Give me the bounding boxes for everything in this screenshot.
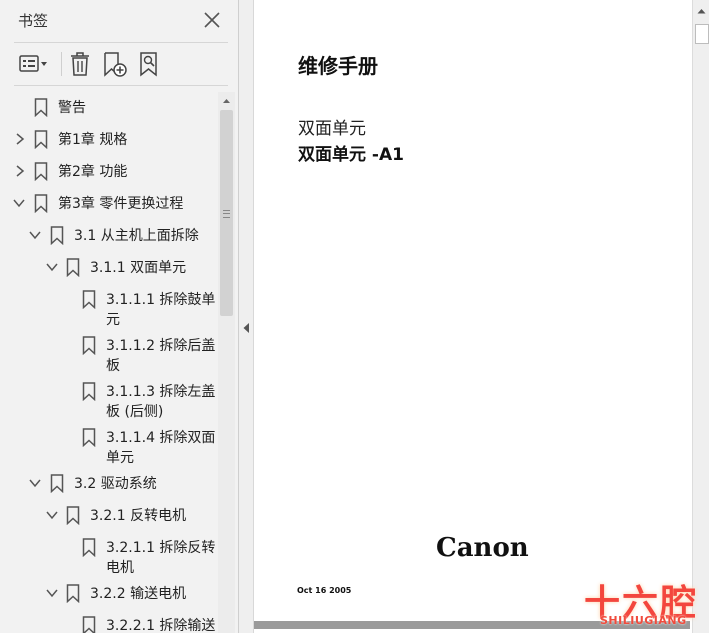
- bookmark-label: 3.2.2 输送电机: [90, 586, 187, 602]
- chevron-right-icon: [16, 133, 25, 145]
- bookmark-item-chapter-3[interactable]: 第3章 零件更换过程: [0, 194, 218, 216]
- chevron-down-icon: [29, 231, 41, 240]
- list-options-icon: [19, 55, 47, 72]
- chevron-down-icon: [29, 479, 41, 488]
- bookmark-label: 3.2.1 反转电机: [90, 508, 187, 524]
- bookmark-icon: [50, 474, 64, 493]
- bookmark-label: 警告: [58, 100, 86, 116]
- bookmark-item-chapter-2[interactable]: 第2章 功能: [0, 162, 218, 184]
- bookmark-label: 3.2.1.1 拆除反转电机: [106, 540, 216, 576]
- bookmark-item-3-1-1-2[interactable]: 3.1.1.2 拆除后盖板: [0, 336, 218, 376]
- bookmark-icon: [82, 428, 96, 447]
- scroll-up-arrow-icon[interactable]: [218, 94, 235, 108]
- options-menu-button[interactable]: [18, 50, 52, 78]
- bookmark-icon: [34, 130, 48, 149]
- panel-header: 书签: [0, 0, 238, 40]
- bookmark-label: 3.1.1.3 拆除左盖板 (后侧): [106, 384, 216, 420]
- bookmark-icon: [82, 616, 96, 633]
- document-subtitle-bold: 双面单元 -A1: [298, 145, 404, 165]
- document-page: 维修手册 双面单元 双面单元 -A1 Canon Oct 16 2005: [254, 0, 690, 633]
- chevron-down-icon: [46, 589, 58, 598]
- bookmark-item-3-1-1-3[interactable]: 3.1.1.3 拆除左盖板 (后侧): [0, 382, 218, 422]
- bookmark-icon: [82, 290, 96, 309]
- panel-splitter[interactable]: [239, 0, 254, 633]
- bookmark-item-3-1-1-4[interactable]: 3.1.1.4 拆除双面单元: [0, 428, 218, 468]
- scroll-up-arrow-icon[interactable]: [696, 6, 707, 16]
- bookmark-icon: [66, 584, 80, 603]
- bookmark-label: 3.2 驱动系统: [74, 476, 157, 492]
- toolbar-divider: [14, 85, 228, 86]
- document-subtitle: 双面单元: [298, 119, 366, 139]
- watermark-logo: 十六腔 SHILIUGIANG: [576, 572, 706, 632]
- bookmark-item-chapter-1[interactable]: 第1章 规格: [0, 130, 218, 152]
- bookmark-item-3-1[interactable]: 3.1 从主机上面拆除: [0, 226, 218, 248]
- bookmark-label: 第1章 规格: [58, 132, 128, 148]
- toolbar-divider: [14, 42, 228, 43]
- bookmark-label: 第3章 零件更换过程: [58, 196, 184, 212]
- panel-title: 书签: [18, 12, 49, 30]
- bookmark-item-warning[interactable]: 警告: [0, 98, 218, 120]
- bookmark-label: 第2章 功能: [58, 164, 128, 180]
- bookmark-search-icon: [140, 52, 157, 77]
- bookmark-item-3-1-1[interactable]: 3.1.1 双面单元: [0, 258, 218, 280]
- brand-logo: Canon: [436, 533, 529, 563]
- bookmark-item-3-2-2[interactable]: 3.2.2 输送电机: [0, 584, 218, 606]
- bookmark-label: 3.1 从主机上面拆除: [74, 228, 199, 244]
- bookmark-item-3-2-1[interactable]: 3.2.1 反转电机: [0, 506, 218, 528]
- bookmark-tree: 警告 第1章 规格 第2章 功能 第3章 零件更换过程 3.1 从主机上面拆除: [0, 92, 218, 633]
- watermark-subtext: SHILIUGIANG: [600, 614, 687, 627]
- bookmark-item-3-2[interactable]: 3.2 驱动系统: [0, 474, 218, 496]
- find-bookmark-button[interactable]: [137, 50, 163, 78]
- bookmark-icon: [66, 506, 80, 525]
- new-bookmark-button[interactable]: [101, 50, 129, 78]
- close-icon[interactable]: [200, 8, 224, 32]
- bookmark-icon: [34, 162, 48, 181]
- bookmark-toolbar: [0, 42, 238, 86]
- chevron-down-icon: [46, 511, 58, 520]
- bookmark-label: 3.2.2.1 拆除输送: [106, 618, 216, 633]
- bookmark-icon: [66, 258, 80, 277]
- chevron-down-icon: [13, 199, 25, 208]
- bookmark-icon: [82, 382, 96, 401]
- bookmark-scrollbar-thumb[interactable]: [220, 110, 233, 316]
- document-date: Oct 16 2005: [297, 586, 352, 595]
- bookmark-item-3-2-2-1[interactable]: 3.2.2.1 拆除输送: [0, 616, 218, 633]
- bookmark-label: 3.1.1.1 拆除鼓单元: [106, 292, 216, 328]
- document-title: 维修手册: [298, 54, 378, 78]
- grip-icon: [223, 210, 230, 218]
- bookmark-label: 3.1.1.4 拆除双面单元: [106, 430, 216, 466]
- chevron-down-icon: [46, 263, 58, 272]
- collapse-panel-arrow-icon[interactable]: [242, 322, 250, 334]
- bookmark-icon: [34, 98, 48, 117]
- bookmarks-panel: 书签 警告 第1章 规格 第2章 功能 第3章 零件更换过程 3.1 从主机上面…: [0, 0, 239, 633]
- delete-bookmark-button[interactable]: [68, 50, 92, 78]
- document-scrollbar[interactable]: [692, 0, 709, 633]
- bookmark-label: 3.1.1.2 拆除后盖板: [106, 338, 216, 374]
- bookmark-icon: [50, 226, 64, 245]
- bookmark-icon: [82, 538, 96, 557]
- bookmark-icon: [34, 194, 48, 213]
- bookmark-scrollbar[interactable]: [218, 92, 235, 633]
- bookmark-add-icon: [104, 52, 127, 77]
- trash-icon: [71, 52, 89, 76]
- chevron-right-icon: [16, 165, 25, 177]
- document-scrollbar-thumb[interactable]: [695, 24, 709, 44]
- bookmark-item-3-1-1-1[interactable]: 3.1.1.1 拆除鼓单元: [0, 290, 218, 330]
- bookmark-icon: [82, 336, 96, 355]
- bookmark-item-3-2-1-1[interactable]: 3.2.1.1 拆除反转电机: [0, 538, 218, 578]
- bookmark-label: 3.1.1 双面单元: [90, 260, 187, 276]
- toolbar-separator: [61, 52, 62, 76]
